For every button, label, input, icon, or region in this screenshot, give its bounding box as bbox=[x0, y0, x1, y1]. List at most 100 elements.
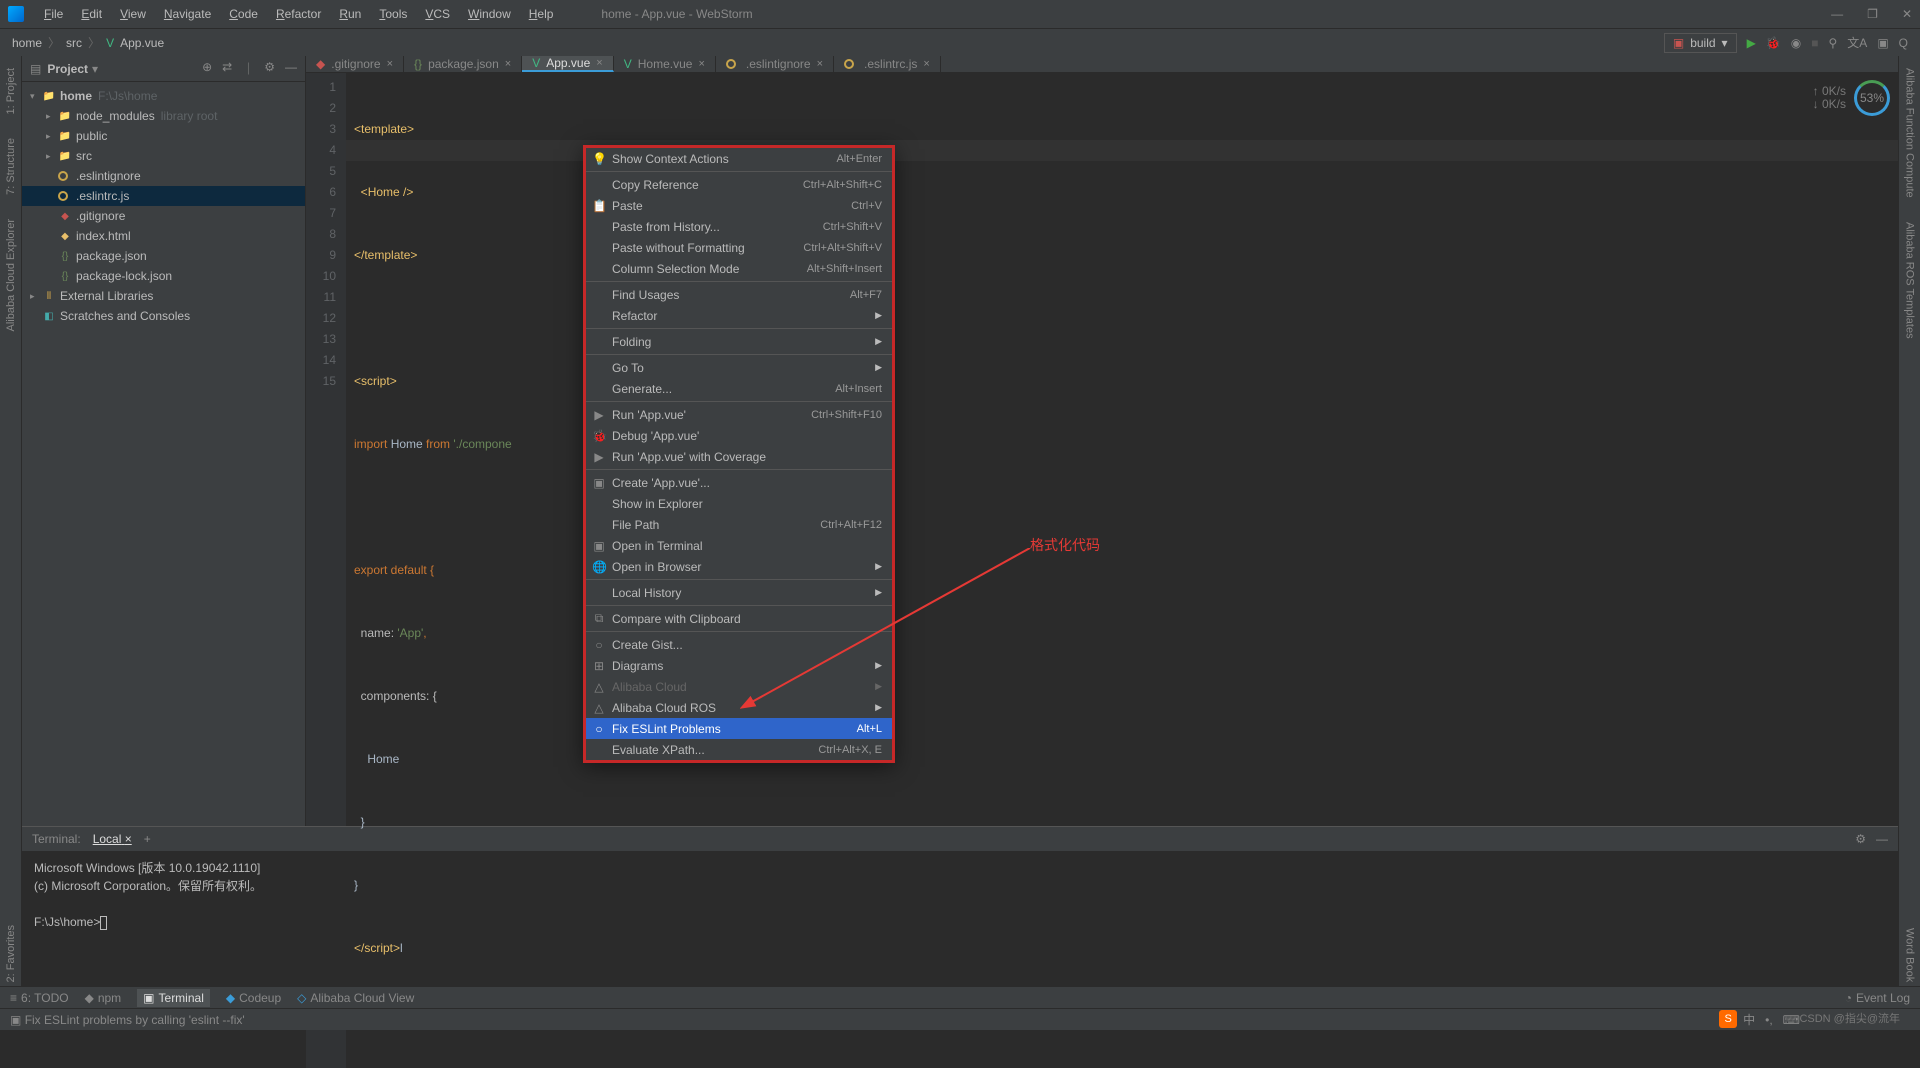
menu-code[interactable]: Code bbox=[221, 3, 266, 25]
tree-public[interactable]: ▸📁public bbox=[22, 126, 305, 146]
collapse-icon[interactable]: ｜ bbox=[242, 60, 254, 77]
breadcrumb-item[interactable]: App.vue bbox=[120, 36, 164, 50]
tree-src[interactable]: ▸📁src bbox=[22, 146, 305, 166]
menu-item-copy-reference[interactable]: Copy ReferenceCtrl+Alt+Shift+C bbox=[586, 174, 892, 195]
run-config-selector[interactable]: ▣ build ▾ bbox=[1664, 33, 1737, 53]
menu-item-refactor[interactable]: Refactor▶ bbox=[586, 305, 892, 326]
tab-package-json[interactable]: {}package.json× bbox=[404, 56, 522, 72]
npm-tab[interactable]: ◆ npm bbox=[85, 991, 122, 1005]
tree-gitignore[interactable]: ◆.gitignore bbox=[22, 206, 305, 226]
menu-item-diagrams[interactable]: ⊞Diagrams▶ bbox=[586, 655, 892, 676]
alibaba-fc-tab[interactable]: Alibaba Function Compute bbox=[1904, 64, 1916, 202]
menu-item-generate[interactable]: Generate...Alt+Insert bbox=[586, 378, 892, 399]
menu-item-fix-eslint-problems[interactable]: ○Fix ESLint ProblemsAlt+L bbox=[586, 718, 892, 739]
menu-vcs[interactable]: VCS bbox=[417, 3, 458, 25]
tab-app-vue[interactable]: VApp.vue× bbox=[522, 56, 614, 72]
tree-indexhtml[interactable]: ◆index.html bbox=[22, 226, 305, 246]
ime-icon[interactable]: S bbox=[1719, 1010, 1737, 1028]
menu-tools[interactable]: Tools bbox=[371, 3, 415, 25]
tab--eslintrc-js[interactable]: .eslintrc.js× bbox=[834, 56, 941, 72]
tree-packagejson[interactable]: {}package.json bbox=[22, 246, 305, 266]
close-icon[interactable]: × bbox=[698, 58, 704, 70]
word-book-tab[interactable]: Word Book bbox=[1904, 924, 1916, 986]
search-icon[interactable]: ⚲ bbox=[1829, 36, 1838, 50]
tab--gitignore[interactable]: ◆.gitignore× bbox=[306, 56, 404, 72]
menu-refactor[interactable]: Refactor bbox=[268, 3, 329, 25]
hide-icon[interactable]: — bbox=[285, 60, 297, 77]
menu-item-debug-app-vue[interactable]: 🐞Debug 'App.vue' bbox=[586, 425, 892, 446]
menu-item-run-app-vue[interactable]: ▶Run 'App.vue'Ctrl+Shift+F10 bbox=[586, 404, 892, 425]
maximize-icon[interactable]: ❐ bbox=[1867, 7, 1878, 21]
gear-icon[interactable]: ⚙ bbox=[1855, 832, 1866, 846]
tab-home-vue[interactable]: VHome.vue× bbox=[614, 56, 716, 72]
chevron-down-icon[interactable]: ▾ bbox=[92, 62, 98, 76]
layout-icon[interactable]: ▣ bbox=[1877, 36, 1888, 50]
terminal-tab[interactable]: Local × bbox=[93, 832, 132, 846]
breadcrumb-item[interactable]: src bbox=[66, 36, 82, 50]
menu-item-run-app-vue-with-coverage[interactable]: ▶Run 'App.vue' with Coverage bbox=[586, 446, 892, 467]
close-icon[interactable]: ✕ bbox=[1902, 7, 1912, 21]
tree-root[interactable]: ▾📁homeF:\Js\home bbox=[22, 86, 305, 106]
menu-item-go-to[interactable]: Go To▶ bbox=[586, 357, 892, 378]
menu-window[interactable]: Window bbox=[460, 3, 519, 25]
menu-run[interactable]: Run bbox=[331, 3, 369, 25]
add-terminal-icon[interactable]: + bbox=[144, 832, 151, 846]
menu-help[interactable]: Help bbox=[521, 3, 562, 25]
menu-item-column-selection-mode[interactable]: Column Selection ModeAlt+Shift+Insert bbox=[586, 258, 892, 279]
menu-item-create-app-vue[interactable]: ▣Create 'App.vue'... bbox=[586, 472, 892, 493]
menu-item-compare-with-clipboard[interactable]: ⧉Compare with Clipboard bbox=[586, 608, 892, 629]
menu-item-local-history[interactable]: Local History▶ bbox=[586, 582, 892, 603]
gear-icon[interactable]: ⚙ bbox=[264, 60, 275, 77]
menu-item-show-in-explorer[interactable]: Show in Explorer bbox=[586, 493, 892, 514]
menu-file[interactable]: File bbox=[36, 3, 71, 25]
translate-icon[interactable]: 文A bbox=[1847, 34, 1867, 51]
menu-item-show-context-actions[interactable]: 💡Show Context ActionsAlt+Enter bbox=[586, 148, 892, 169]
close-icon[interactable]: × bbox=[387, 58, 393, 70]
close-icon[interactable]: × bbox=[125, 832, 132, 846]
menu-item-create-gist[interactable]: ○Create Gist... bbox=[586, 634, 892, 655]
breadcrumb-item[interactable]: home bbox=[12, 36, 42, 50]
locate-icon[interactable]: ⊕ bbox=[202, 60, 212, 77]
expand-icon[interactable]: ⇄ bbox=[222, 60, 232, 77]
menu-item-alibaba-cloud-ros[interactable]: △Alibaba Cloud ROS▶ bbox=[586, 697, 892, 718]
project-tool-tab[interactable]: 1: Project bbox=[5, 64, 17, 118]
menu-edit[interactable]: Edit bbox=[73, 3, 110, 25]
tree-eslintignore[interactable]: .eslintignore bbox=[22, 166, 305, 186]
todo-tab[interactable]: ≡ 6: TODO bbox=[10, 991, 69, 1005]
menu-item-folding[interactable]: Folding▶ bbox=[586, 331, 892, 352]
debug-icon[interactable]: 🐞 bbox=[1766, 36, 1781, 50]
close-icon[interactable]: × bbox=[817, 58, 823, 70]
favorites-tool-tab[interactable]: 2: Favorites bbox=[5, 921, 17, 986]
tree-eslintrc[interactable]: .eslintrc.js bbox=[22, 186, 305, 206]
stop-icon[interactable]: ■ bbox=[1811, 36, 1818, 50]
close-icon[interactable]: × bbox=[505, 58, 511, 70]
menu-item-paste-from-history[interactable]: Paste from History...Ctrl+Shift+V bbox=[586, 216, 892, 237]
tree-node-modules[interactable]: ▸📁node_moduleslibrary root bbox=[22, 106, 305, 126]
tree-external-libs[interactable]: ▸⫴External Libraries bbox=[22, 286, 305, 306]
menu-item-evaluate-xpath[interactable]: Evaluate XPath...Ctrl+Alt+X, E bbox=[586, 739, 892, 760]
terminal-body[interactable]: Microsoft Windows [版本 10.0.19042.1110] (… bbox=[22, 851, 1898, 939]
menu-item-open-in-terminal[interactable]: ▣Open in Terminal bbox=[586, 535, 892, 556]
tab--eslintignore[interactable]: .eslintignore× bbox=[716, 56, 834, 72]
alibaba-ros-tab[interactable]: Alibaba ROS Templates bbox=[1904, 218, 1916, 343]
search-everywhere-icon[interactable]: Q bbox=[1899, 36, 1908, 50]
event-log-tab[interactable]: ◔ Event Log bbox=[1845, 991, 1910, 1005]
breadcrumb[interactable]: home 〉 src 〉 V App.vue bbox=[12, 34, 164, 51]
alibaba-explorer-tab[interactable]: Alibaba Cloud Explorer bbox=[5, 215, 17, 336]
tree-scratches[interactable]: ◧Scratches and Consoles bbox=[22, 306, 305, 326]
terminal-tab[interactable]: ▣ Terminal bbox=[137, 989, 210, 1007]
close-icon[interactable]: × bbox=[923, 58, 929, 70]
menu-item-paste-without-formatting[interactable]: Paste without FormattingCtrl+Alt+Shift+V bbox=[586, 237, 892, 258]
close-icon[interactable]: × bbox=[596, 57, 602, 69]
menu-item-file-path[interactable]: File PathCtrl+Alt+F12 bbox=[586, 514, 892, 535]
menu-view[interactable]: View bbox=[112, 3, 154, 25]
menu-navigate[interactable]: Navigate bbox=[156, 3, 219, 25]
menu-item-paste[interactable]: 📋PasteCtrl+V bbox=[586, 195, 892, 216]
menu-item-find-usages[interactable]: Find UsagesAlt+F7 bbox=[586, 284, 892, 305]
tree-packagelock[interactable]: {}package-lock.json bbox=[22, 266, 305, 286]
structure-tool-tab[interactable]: 7: Structure bbox=[5, 134, 17, 199]
sidebar-title[interactable]: Project bbox=[47, 62, 88, 76]
coverage-icon[interactable]: ◉ bbox=[1791, 36, 1801, 50]
run-icon[interactable]: ▶ bbox=[1747, 36, 1756, 50]
menu-item-open-in-browser[interactable]: 🌐Open in Browser▶ bbox=[586, 556, 892, 577]
